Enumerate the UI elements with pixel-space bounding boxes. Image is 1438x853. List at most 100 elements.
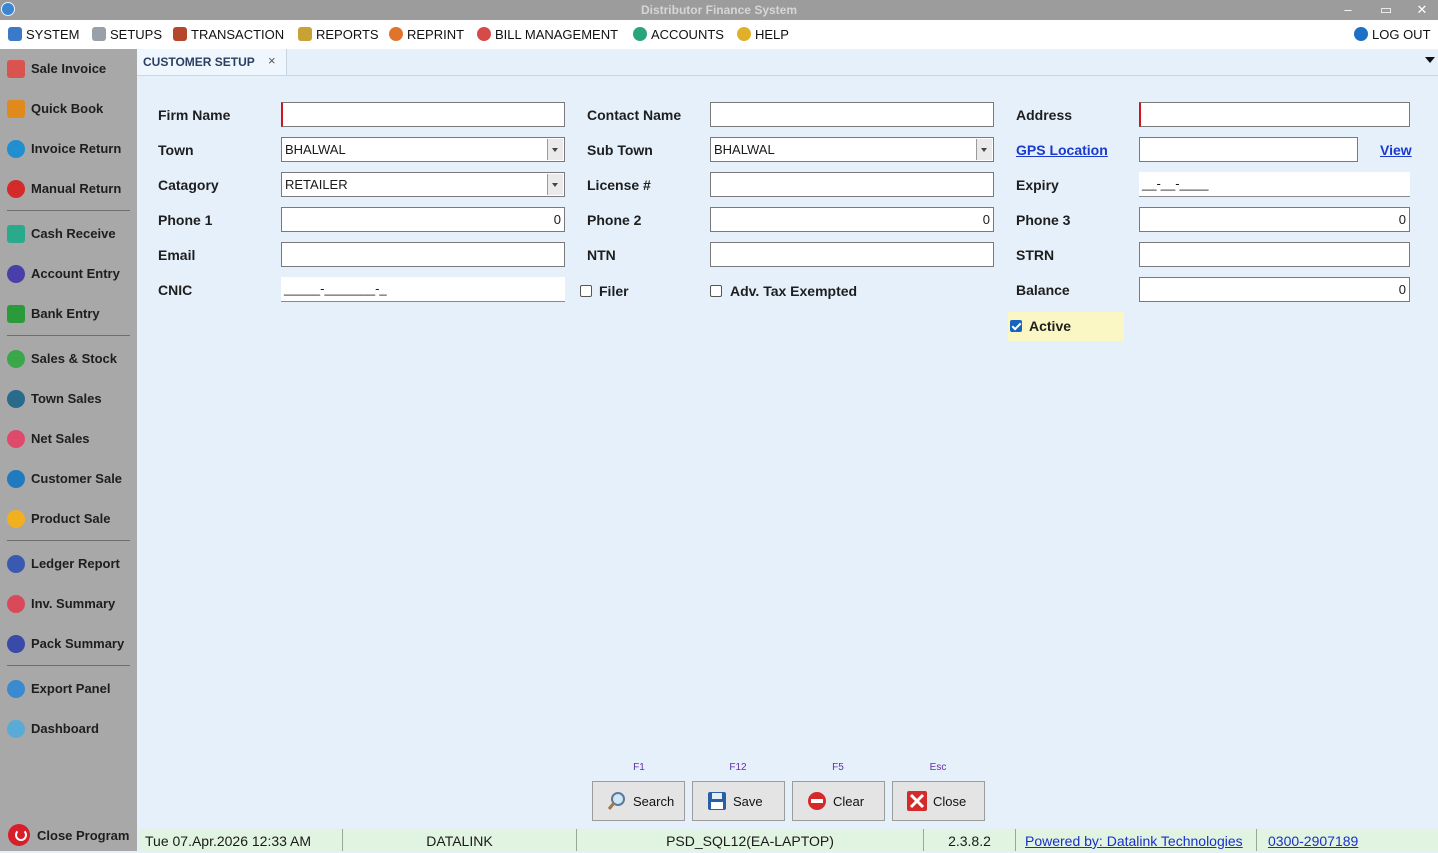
clear-button[interactable]: Clear xyxy=(792,781,885,821)
view-link[interactable]: View xyxy=(1380,142,1412,158)
sidebar-divider xyxy=(7,540,130,541)
sub-town-label: Sub Town xyxy=(587,142,653,158)
gps-location-input[interactable] xyxy=(1139,137,1358,162)
active-checkbox[interactable] xyxy=(1010,320,1022,332)
menu-help-label: HELP xyxy=(755,27,789,42)
sidebar-item-label: Sales & Stock xyxy=(31,351,117,366)
cnic-input[interactable]: _____-_______-_ xyxy=(281,277,565,302)
sidebar-item-label: Sale Invoice xyxy=(31,61,107,76)
search-button-label: Search xyxy=(633,794,675,809)
town-value: BHALWAL xyxy=(285,142,346,157)
contact-name-label: Contact Name xyxy=(587,107,682,123)
sidebar-item-bank-entry[interactable]: Bank Entry xyxy=(3,298,133,328)
sidebar-item-manual-return[interactable]: Manual Return xyxy=(3,173,133,203)
sidebar-item-export-panel[interactable]: Export Panel xyxy=(3,673,133,703)
save-button[interactable]: Save xyxy=(692,781,785,821)
sidebar-item-sale-invoice[interactable]: Sale Invoice xyxy=(3,53,133,83)
sidebar-item-product-sale[interactable]: Product Sale xyxy=(3,503,133,533)
address-label: Address xyxy=(1016,107,1073,123)
balance-input[interactable]: 0 xyxy=(1139,277,1410,302)
filer-label: Filer xyxy=(599,283,629,299)
sub-town-value: BHALWAL xyxy=(714,142,775,157)
sidebar: Sale Invoice Quick Book Invoice Return M… xyxy=(0,49,137,851)
menu-bill-management[interactable]: BILL MANAGEMENT xyxy=(477,25,618,45)
menu-reprint[interactable]: REPRINT xyxy=(389,25,464,45)
sidebar-item-quick-book[interactable]: Quick Book xyxy=(3,93,133,123)
chevron-down-icon[interactable] xyxy=(976,139,992,160)
sidebar-item-pack-summary[interactable]: Pack Summary xyxy=(3,628,133,658)
gps-location-link[interactable]: GPS Location xyxy=(1016,142,1108,158)
firm-name-input[interactable] xyxy=(281,102,565,127)
sidebar-item-cash-receive[interactable]: Cash Receive xyxy=(3,218,133,248)
address-input[interactable] xyxy=(1139,102,1410,127)
town-select[interactable]: BHALWAL xyxy=(281,137,565,162)
menu-system[interactable]: SYSTEM xyxy=(8,25,79,45)
logout-button[interactable]: LOG OUT xyxy=(1354,25,1431,45)
cash-receive-icon xyxy=(7,225,25,243)
firm-name-label: Firm Name xyxy=(158,107,231,123)
powered-by-link[interactable]: Powered by: Datalink Technologies xyxy=(1025,829,1257,851)
tab-dropdown-icon[interactable] xyxy=(1425,57,1435,63)
sidebar-item-invoice-return[interactable]: Invoice Return xyxy=(3,133,133,163)
sidebar-item-ledger-report[interactable]: Ledger Report xyxy=(3,548,133,578)
close-button[interactable]: Close xyxy=(892,781,985,821)
contact-name-input[interactable] xyxy=(710,102,994,127)
contact-phone-link[interactable]: 0300-2907189 xyxy=(1268,829,1418,851)
sidebar-item-label: Account Entry xyxy=(31,266,120,281)
menu-system-label: SYSTEM xyxy=(26,27,80,42)
expiry-label: Expiry xyxy=(1016,177,1059,193)
search-button[interactable]: Search xyxy=(592,781,685,821)
cnic-label: CNIC xyxy=(158,282,193,298)
menu-transaction[interactable]: TRANSACTION xyxy=(173,25,284,45)
phone1-input[interactable]: 0 xyxy=(281,207,565,232)
phone2-input[interactable]: 0 xyxy=(710,207,994,232)
sidebar-item-label: Bank Entry xyxy=(31,306,100,321)
menu-accounts[interactable]: ACCOUNTS xyxy=(633,25,724,45)
sidebar-item-inv-summary[interactable]: Inv. Summary xyxy=(3,588,133,618)
sub-town-select[interactable]: BHALWAL xyxy=(710,137,994,162)
sidebar-item-customer-sale[interactable]: Customer Sale xyxy=(3,463,133,493)
tab-close-icon[interactable]: × xyxy=(268,53,276,68)
help-icon xyxy=(737,27,751,41)
quick-book-icon xyxy=(7,100,25,118)
chevron-down-icon[interactable] xyxy=(547,174,563,195)
active-toggle[interactable]: Active xyxy=(1008,312,1124,341)
category-select[interactable]: RETAILER xyxy=(281,172,565,197)
sidebar-item-town-sales[interactable]: Town Sales xyxy=(3,383,133,413)
bank-entry-icon xyxy=(7,305,25,323)
chevron-down-icon[interactable] xyxy=(547,139,563,160)
phone3-label: Phone 3 xyxy=(1016,212,1071,228)
phone3-input[interactable]: 0 xyxy=(1139,207,1410,232)
phone2-label: Phone 2 xyxy=(587,212,642,228)
category-value: RETAILER xyxy=(285,177,348,192)
title-bar: Distributor Finance System – ▭ ✕ xyxy=(0,0,1438,20)
minimize-button[interactable]: – xyxy=(1338,1,1358,19)
window-close-button[interactable]: ✕ xyxy=(1412,1,1432,19)
invoice-return-icon xyxy=(7,140,25,158)
town-sales-icon xyxy=(7,390,25,408)
strn-input[interactable] xyxy=(1139,242,1410,267)
filer-checkbox[interactable] xyxy=(580,285,592,297)
monitor-icon xyxy=(8,27,22,41)
sidebar-divider xyxy=(7,665,130,666)
sidebar-item-dashboard[interactable]: Dashboard xyxy=(3,713,133,743)
menu-reports[interactable]: REPORTS xyxy=(298,25,379,45)
license-input[interactable] xyxy=(710,172,994,197)
sidebar-item-account-entry[interactable]: Account Entry xyxy=(3,258,133,288)
dashboard-icon xyxy=(7,720,25,738)
menu-setups[interactable]: SETUPS xyxy=(92,25,162,45)
sidebar-item-net-sales[interactable]: Net Sales xyxy=(3,423,133,453)
restore-button[interactable]: ▭ xyxy=(1376,1,1396,19)
expiry-input[interactable]: __-__-____ xyxy=(1139,172,1410,197)
email-input[interactable] xyxy=(281,242,565,267)
adv-tax-checkbox[interactable] xyxy=(710,285,722,297)
tab-customer-setup[interactable]: CUSTOMER SETUP × xyxy=(137,49,287,75)
sidebar-item-label: Manual Return xyxy=(31,181,122,196)
sidebar-item-label: Customer Sale xyxy=(31,471,123,486)
menu-help[interactable]: HELP xyxy=(737,25,789,45)
ledger-report-icon xyxy=(7,555,25,573)
menu-bar: SYSTEM SETUPS TRANSACTION REPORTS REPRIN… xyxy=(0,20,1438,49)
sidebar-item-sales-stock[interactable]: Sales & Stock xyxy=(3,343,133,373)
sidebar-item-label: Inv. Summary xyxy=(31,596,116,611)
ntn-input[interactable] xyxy=(710,242,994,267)
